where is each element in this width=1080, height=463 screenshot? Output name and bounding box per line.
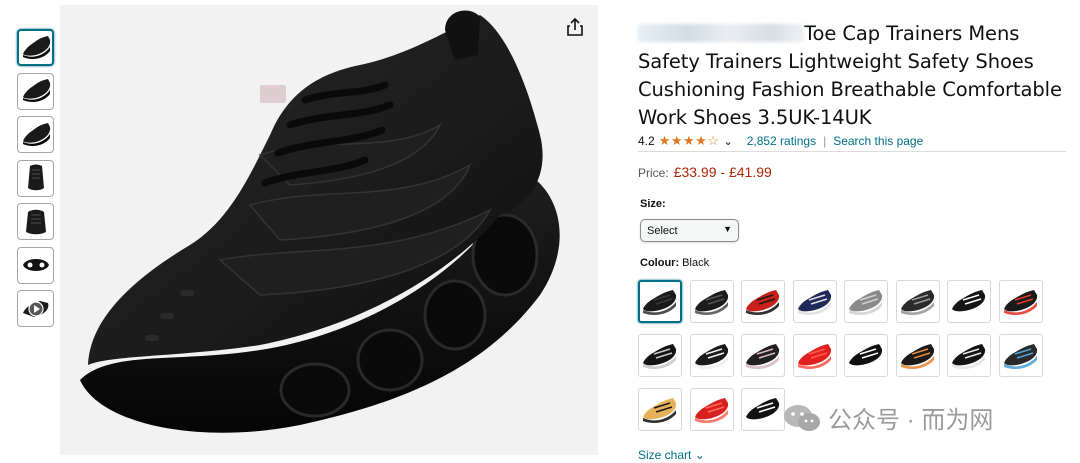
shoe-swatch-icon — [694, 289, 728, 315]
watermark: 公众号 · 而为网 — [782, 400, 993, 435]
colour-swatch[interactable] — [998, 280, 1043, 323]
product-title: Toe Cap Trainers Mens Safety Trainers Li… — [638, 22, 1062, 129]
shoe-thumbnail-icon — [25, 209, 46, 234]
colour-swatch[interactable] — [895, 280, 940, 323]
shoe-swatch-icon — [797, 289, 831, 315]
shoe-swatch-icon — [643, 397, 677, 423]
thumb-video[interactable] — [17, 290, 54, 327]
play-video-icon — [22, 300, 48, 317]
shoe-thumbnail-icon — [22, 259, 49, 271]
thumb-side[interactable] — [17, 29, 54, 66]
search-page-link[interactable]: Search this page — [833, 134, 923, 148]
ratings-link[interactable]: 2,852 ratings — [747, 134, 816, 148]
colour-swatch[interactable] — [689, 334, 734, 377]
shoe-thumbnail-icon — [22, 79, 50, 102]
thumbnail-strip — [17, 29, 55, 334]
colour-swatch[interactable] — [638, 334, 682, 377]
colour-swatch[interactable] — [947, 334, 991, 377]
rating-row: 4.2 ★★★★☆ ⌄ 2,852 ratings | Search this … — [638, 133, 923, 149]
thumb-side-3[interactable] — [17, 116, 54, 153]
shoe-swatch-icon — [900, 289, 934, 315]
shoe-swatch-icon — [1003, 343, 1037, 369]
size-chart-label: Size chart — [638, 448, 692, 462]
thumb-front[interactable] — [17, 203, 54, 240]
watermark-text: 公众号 · 而为网 — [828, 407, 994, 434]
colour-swatch[interactable] — [844, 334, 888, 377]
colour-label-text: Colour: — [640, 257, 680, 269]
wechat-icon — [784, 404, 820, 431]
thumb-side-2[interactable] — [17, 72, 54, 110]
shoe-swatch-icon — [952, 343, 986, 369]
share-button[interactable] — [564, 16, 586, 38]
link-separator: | — [823, 134, 827, 148]
colour-swatch[interactable] — [689, 280, 734, 323]
divider — [638, 151, 1066, 152]
colour-swatch[interactable] — [741, 280, 785, 323]
shoe-swatch-icon — [746, 289, 780, 315]
shoe-swatch-icon — [643, 289, 677, 315]
colour-swatch[interactable] — [895, 334, 940, 377]
colour-swatch[interactable] — [998, 334, 1043, 377]
shoe-swatch-icon — [694, 343, 728, 369]
shoe-swatch-icon — [746, 343, 780, 369]
size-dropdown[interactable]: Select ▼ — [640, 219, 739, 242]
colour-swatch[interactable] — [638, 280, 682, 323]
chevron-down-icon[interactable]: ⌄ — [723, 135, 732, 148]
colour-swatch[interactable] — [689, 388, 734, 431]
size-chart-link[interactable]: Size chart ⌄ — [638, 448, 705, 462]
shoe-thumbnail-icon — [22, 122, 50, 146]
chevron-down-icon: ▼ — [723, 224, 732, 234]
colour-swatch[interactable] — [792, 280, 837, 323]
shoe-swatch-icon — [1003, 289, 1037, 315]
colour-label: Colour: Black — [640, 257, 709, 269]
shoe-swatch-icon — [746, 397, 780, 423]
size-selected-value: Select — [647, 224, 678, 237]
shoe-illustration — [80, 10, 560, 433]
price-row: Price: £33.99 - £41.99 — [638, 164, 772, 180]
price-value: £33.99 - £41.99 — [673, 164, 772, 180]
colour-swatch[interactable] — [844, 280, 888, 323]
shoe-swatch-icon — [849, 343, 883, 369]
shoe-thumbnail-icon — [27, 164, 44, 191]
colour-swatch[interactable] — [741, 334, 785, 377]
shoe-swatch-icon — [849, 289, 883, 315]
colour-swatch[interactable] — [638, 388, 682, 431]
brand-name-blurred — [638, 24, 804, 42]
colour-selected-value: Black — [682, 257, 710, 269]
thumb-back[interactable] — [17, 159, 54, 197]
thumb-sole[interactable] — [17, 246, 54, 284]
star-rating-icon[interactable]: ★★★★☆ — [659, 133, 720, 149]
shoe-swatch-icon — [643, 343, 677, 369]
shoe-swatch-icon — [797, 343, 831, 369]
size-label: Size: — [640, 198, 666, 210]
colour-swatch[interactable] — [792, 334, 837, 377]
shoe-swatch-icon — [900, 343, 934, 369]
colour-swatch[interactable] — [741, 388, 785, 431]
shoe-swatch-icon — [694, 397, 728, 423]
shoe-thumbnail-icon — [22, 35, 50, 59]
main-product-image[interactable] — [60, 5, 598, 455]
chevron-down-icon: ⌄ — [694, 448, 705, 462]
colour-swatch[interactable] — [947, 280, 991, 323]
product-info: Toe Cap Trainers Mens Safety Trainers Li… — [638, 20, 1070, 132]
shoe-swatch-icon — [952, 289, 986, 315]
rating-value: 4.2 — [638, 134, 655, 148]
share-icon — [567, 17, 583, 36]
price-label: Price: — [638, 166, 669, 180]
